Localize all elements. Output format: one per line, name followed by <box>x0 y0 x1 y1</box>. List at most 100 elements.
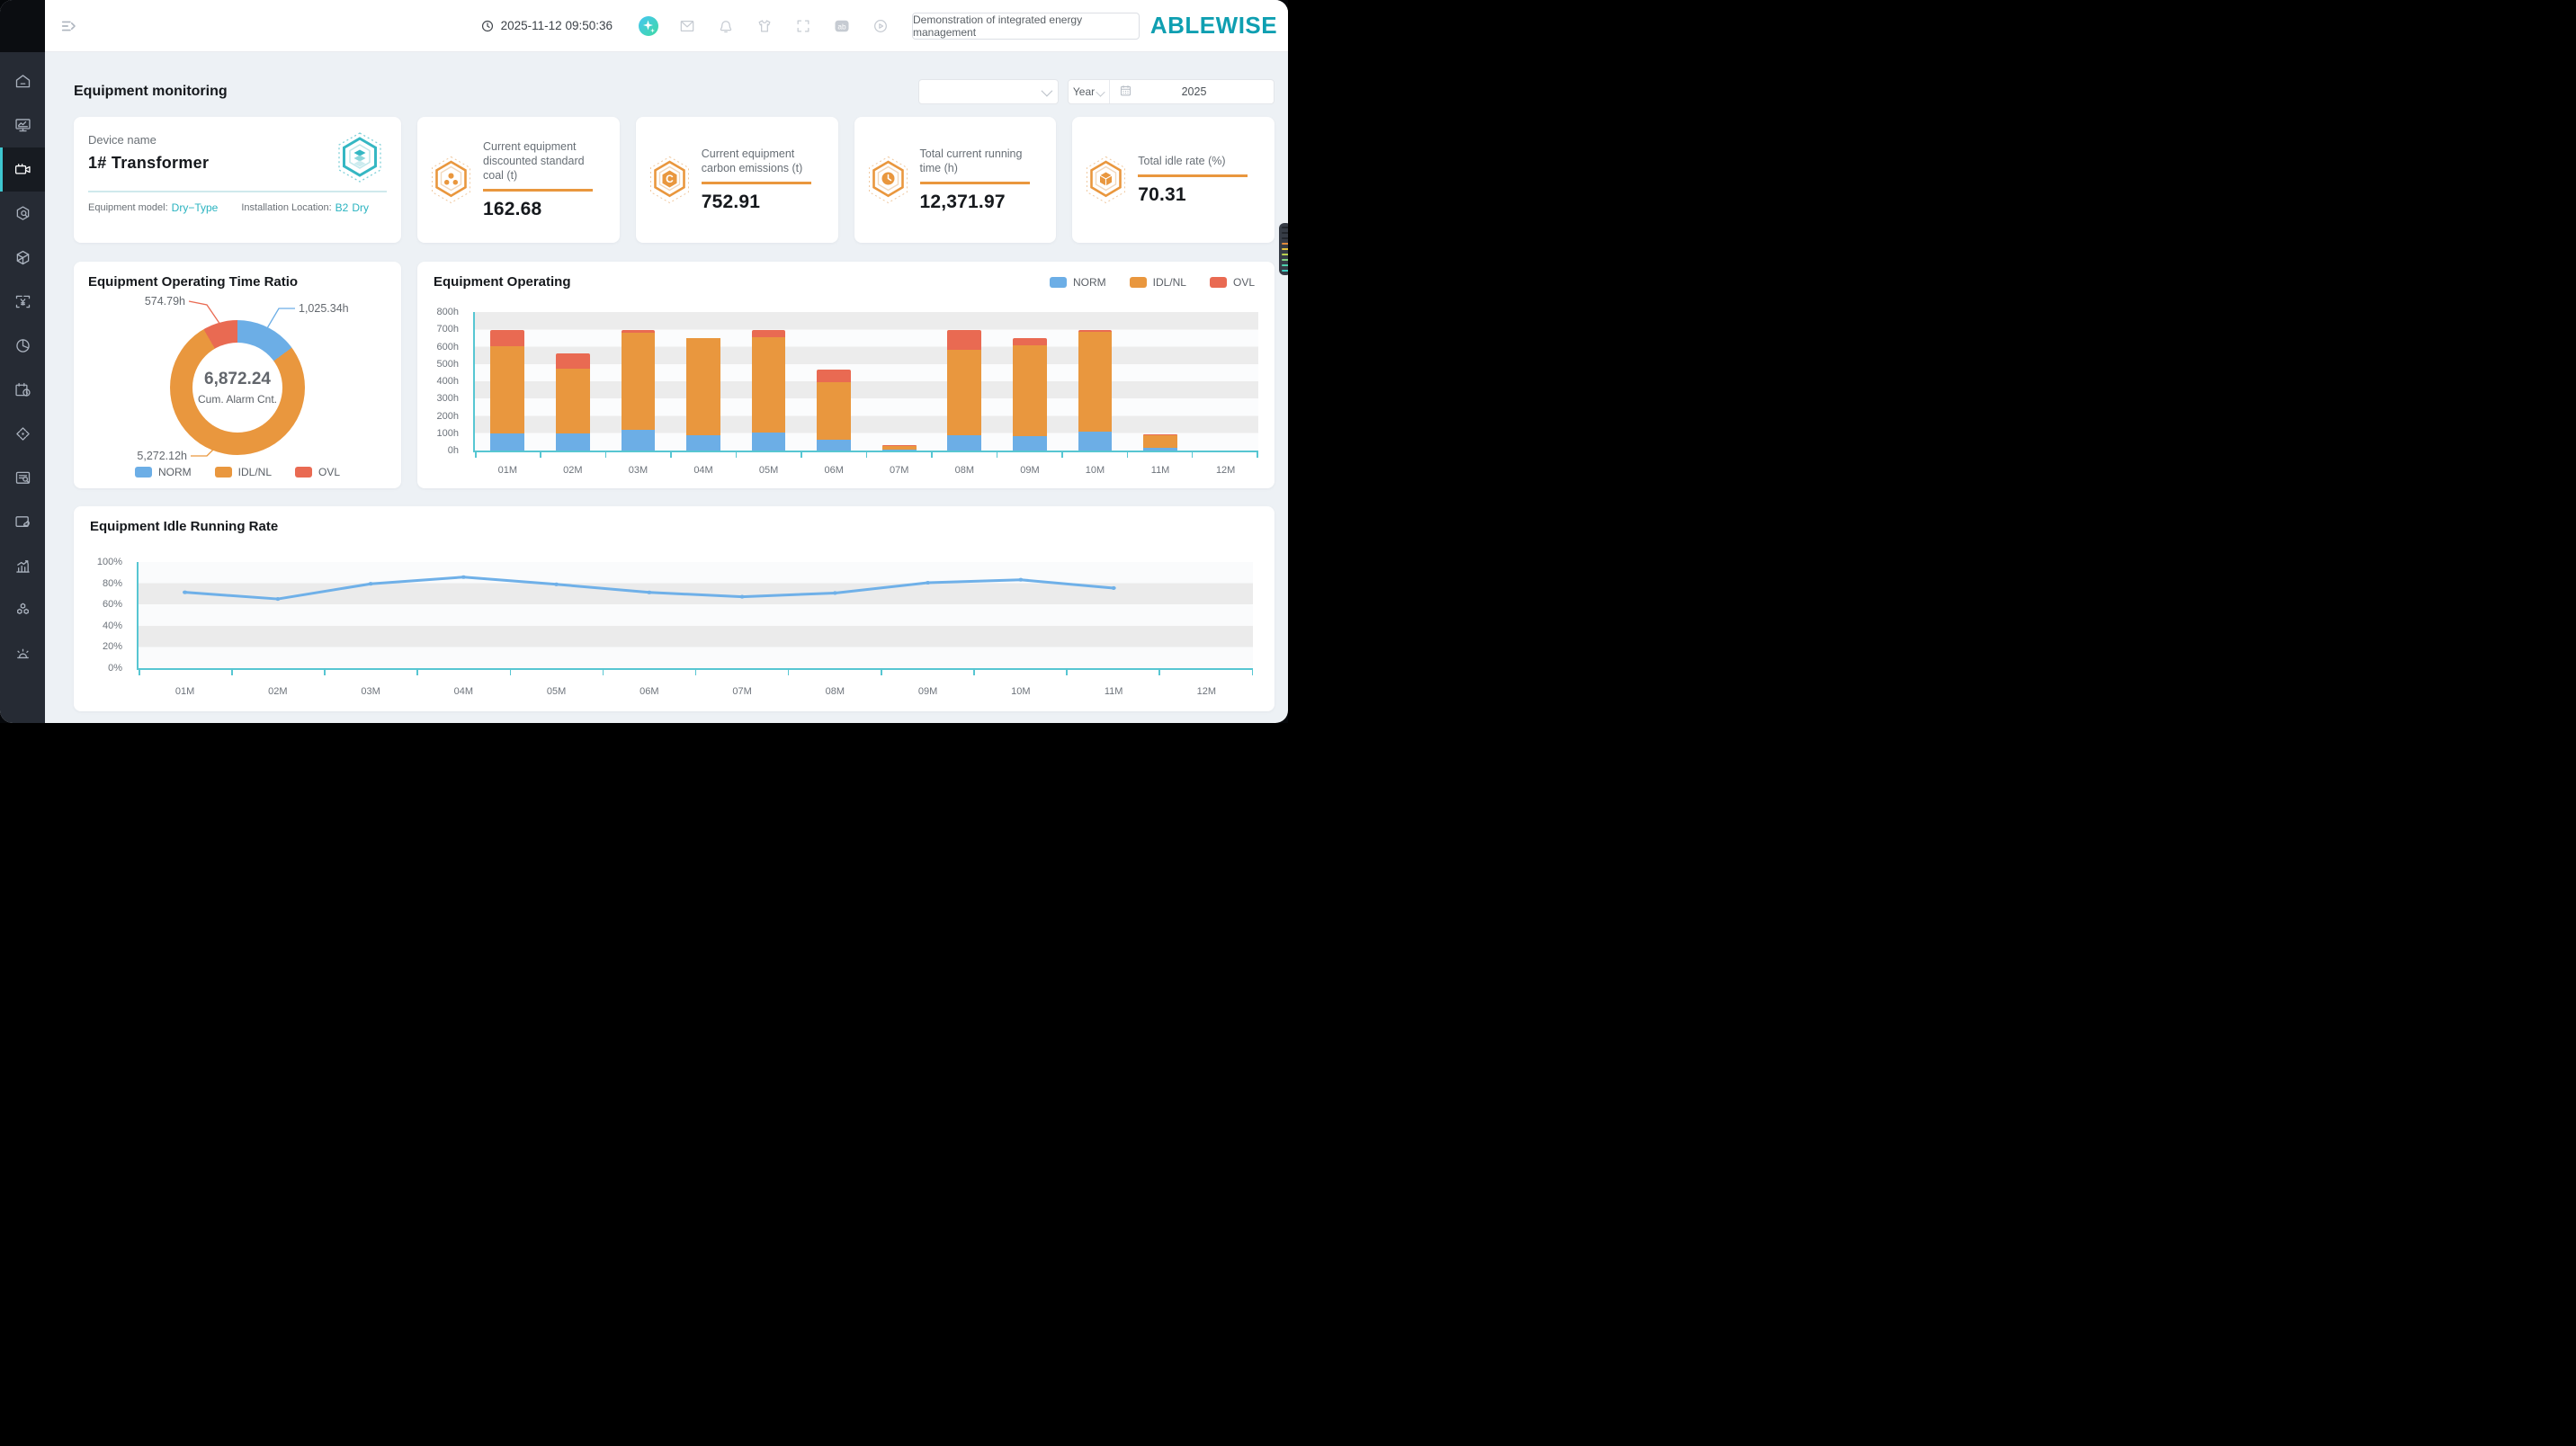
sidebar-item-pie-chart[interactable] <box>0 324 45 368</box>
edge-widget-stripe <box>1282 227 1288 228</box>
sidebar-item-document-search[interactable] <box>0 456 45 500</box>
svg-text:ab: ab <box>837 22 846 31</box>
donut-center-value: 6,872.24 <box>204 370 271 389</box>
system-time: 2025-11-12 09:50:36 <box>480 19 613 33</box>
replay-icon[interactable] <box>861 17 899 35</box>
device-hexagon-icon <box>336 131 383 183</box>
axis-tick <box>603 670 604 675</box>
axis-tick <box>540 452 541 458</box>
edge-widget-stripe <box>1282 243 1288 245</box>
sidebar-item-video-camera[interactable] <box>0 147 45 192</box>
x-axis-label: 09M <box>997 465 1063 476</box>
bar-12M <box>1193 312 1258 451</box>
x-axis-label: 03M <box>325 686 417 697</box>
x-axis-label: 12M <box>1193 465 1258 476</box>
bar-segment-norm <box>622 430 656 451</box>
bar-growth-icon <box>13 557 32 576</box>
sidebar-item-scan-target[interactable] <box>0 412 45 456</box>
bar-segment-norm <box>752 433 786 451</box>
legend-label: OVL <box>1233 276 1255 289</box>
line-point <box>275 597 280 601</box>
callout-norm: 1,025.34h <box>299 302 349 315</box>
x-axis-label: 04M <box>417 686 510 697</box>
carbon-hex-icon: C <box>648 156 691 204</box>
bar-05M <box>736 312 801 451</box>
calendar-icon <box>1119 84 1132 100</box>
x-axis-label: 07M <box>696 686 789 697</box>
x-axis-label: 09M <box>881 686 974 697</box>
stat-card-running-time: Total current running time (h) 12,371.97 <box>854 117 1057 243</box>
device-select[interactable] <box>918 79 1059 104</box>
bar-segment-idl-nl <box>1013 345 1047 436</box>
x-axis-label: 02M <box>541 465 606 476</box>
stat-card-carbon-emissions: C Current equipment carbon emissions (t)… <box>636 117 838 243</box>
sidebar-item-invoice-yen[interactable] <box>0 280 45 324</box>
sidebar-collapse-icon[interactable] <box>59 16 79 36</box>
y-axis-label: 600h <box>437 342 459 353</box>
axis-tick <box>788 670 790 675</box>
svg-text:C: C <box>666 173 674 185</box>
bell-icon[interactable] <box>706 17 745 35</box>
pie-chart-icon <box>13 336 32 355</box>
cube-hex-icon <box>1085 156 1127 204</box>
equipment-model-value: Dry−Type <box>172 201 219 214</box>
header: 2025-11-12 09:50:36 ab Demonstration of … <box>45 0 1288 52</box>
ai-sparkle-icon[interactable] <box>629 15 667 37</box>
fullscreen-icon[interactable] <box>783 17 822 35</box>
image-wrench-icon <box>13 513 32 531</box>
stat-label: Total idle rate (%) <box>1138 154 1248 168</box>
legend-item-ovl[interactable]: OVL <box>1210 276 1255 289</box>
sidebar-item-home[interactable] <box>0 59 45 103</box>
axis-tick <box>1061 452 1063 458</box>
cube-icon <box>13 248 32 267</box>
page-title: Equipment monitoring <box>74 84 228 100</box>
edge-widget-stripe <box>1282 270 1288 272</box>
chart-title: Equipment Idle Running Rate <box>90 519 1258 534</box>
x-axis-label: 04M <box>671 465 737 476</box>
sidebar-item-monitor-chart[interactable] <box>0 103 45 147</box>
year-picker[interactable]: 2025 <box>1110 80 1274 103</box>
project-select[interactable]: Demonstration of integrated energy manag… <box>912 13 1140 40</box>
x-axis-label: 11M <box>1068 686 1160 697</box>
bar-segment-norm <box>1078 432 1113 451</box>
bar-plot-area <box>475 312 1258 451</box>
bar-segment-norm <box>556 433 590 451</box>
accent-rule <box>702 182 811 184</box>
sidebar-item-image-wrench[interactable] <box>0 500 45 544</box>
sidebar-item-hexagon-cluster[interactable] <box>0 588 45 632</box>
line-point <box>833 591 837 594</box>
sidebar-item-hexagon-search[interactable] <box>0 192 45 236</box>
y-axis-label: 40% <box>103 620 122 631</box>
axis-tick <box>1257 452 1258 458</box>
axis-tick <box>866 452 868 458</box>
axis-tick <box>1127 452 1129 458</box>
stat-label: Current equipment carbon emissions (t) <box>702 147 826 175</box>
bar-09M <box>997 312 1063 451</box>
hexagon-cluster-icon <box>13 601 32 620</box>
axis-tick <box>510 670 512 675</box>
legend-item-idl-nl[interactable]: IDL/NL <box>1130 276 1186 289</box>
sidebar-item-alarm-siren[interactable] <box>0 632 45 676</box>
x-axis-label: 08M <box>789 686 881 697</box>
axis-tick <box>324 670 326 675</box>
legend-item-norm[interactable]: NORM <box>1050 276 1106 289</box>
ab-badge-icon[interactable]: ab <box>822 17 861 35</box>
legend-swatch <box>1210 277 1227 288</box>
y-axis-label: 300h <box>437 393 459 404</box>
x-axis-label: 06M <box>801 465 867 476</box>
shirt-icon[interactable] <box>745 17 783 35</box>
edge-widget-stripe <box>1282 259 1288 261</box>
edge-widget-stripe <box>1282 254 1288 255</box>
axis-tick <box>475 452 477 458</box>
y-axis-label: 100% <box>97 557 122 567</box>
bar-segment-ovl <box>490 330 524 346</box>
mail-icon[interactable] <box>667 17 706 35</box>
edge-toolbar-handle[interactable] <box>1279 223 1288 275</box>
video-camera-icon <box>13 160 32 179</box>
granularity-select[interactable]: Year <box>1069 80 1110 103</box>
sidebar-item-bar-growth[interactable] <box>0 544 45 588</box>
bar-segment-idl-nl <box>1078 332 1113 432</box>
axis-tick <box>931 452 933 458</box>
sidebar-item-cube[interactable] <box>0 236 45 280</box>
sidebar-item-calendar-clock[interactable] <box>0 368 45 412</box>
